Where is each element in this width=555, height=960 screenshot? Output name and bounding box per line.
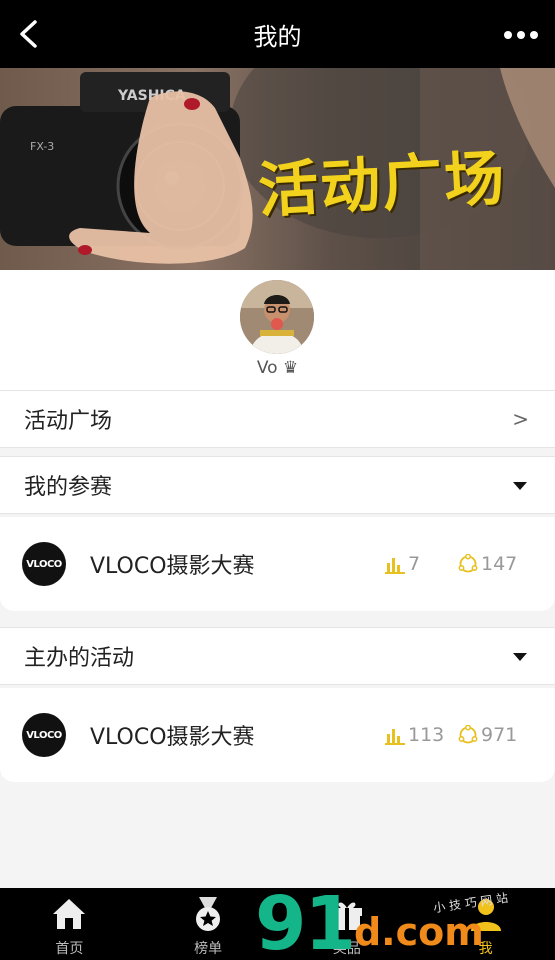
activity-square-label: 活动广场 [24,409,113,434]
home-icon [53,899,86,929]
activity-banner[interactable]: YASHICA FX-3 活动广场 [0,68,555,270]
tab-prizes[interactable]: 奖品 [278,888,417,960]
rank-stat: 7 [385,553,420,575]
hosted-card[interactable]: VLOCO VLOCO摄影大赛 113 971 [0,688,555,782]
dot-icon [504,31,512,39]
share-ring-icon [458,725,478,744]
gift-icon [331,902,362,930]
my-entries-header[interactable]: 我的参赛 [0,456,555,514]
contest-logo: VLOCO [22,542,66,586]
top-bar: 我的 [0,0,555,68]
hosted-activities-header[interactable]: 主办的活动 [0,627,555,685]
share-ring-icon [458,554,478,573]
chevron-right-icon: > [512,407,529,431]
bottom-tab-bar: 首页 榜单 奖品 我 [0,888,555,960]
tab-me-label: 我 [478,941,493,957]
caret-down-icon [513,653,527,661]
entry-card[interactable]: VLOCO VLOCO摄影大赛 7 147 [0,517,555,611]
views-stat: 147 [458,553,517,575]
views-value: 147 [481,553,518,575]
chevron-left-icon [20,20,37,48]
medal-icon [196,897,221,931]
rank-value: 113 [408,724,445,746]
my-entries-label: 我的参赛 [24,475,113,500]
rank-stat: 113 [385,724,444,746]
page-title: 我的 [253,22,302,51]
caret-down-icon [513,482,527,490]
contest-name: VLOCO摄影大赛 [90,554,255,579]
avatar-image [240,280,314,354]
contest-logo: VLOCO [22,713,66,757]
rank-value: 7 [408,553,421,575]
bar-chart-icon [385,729,405,745]
profile-section: Vo ♛ [0,270,555,390]
svg-text:FX-3: FX-3 [30,140,54,153]
avatar[interactable] [240,280,314,354]
tab-prizes-label: 奖品 [332,941,361,957]
tab-me[interactable]: 我 [416,888,555,960]
banner-title: 活动广场 [256,143,508,227]
back-button[interactable] [8,14,48,54]
activity-square-row[interactable]: 活动广场 > [0,390,555,448]
views-value: 971 [481,724,518,746]
tab-ranking[interactable]: 榜单 [139,888,278,960]
dot-icon [530,31,538,39]
more-menu-button[interactable] [499,18,543,52]
bar-chart-icon [385,558,405,574]
tab-home-label: 首页 [55,941,84,957]
dot-icon [517,31,525,39]
tab-home[interactable]: 首页 [0,888,139,960]
user-icon [470,899,501,931]
nickname: Vo ♛ [256,358,299,378]
contest-name: VLOCO摄影大赛 [90,725,255,750]
hosted-activities-label: 主办的活动 [24,646,135,671]
tab-ranking-label: 榜单 [194,941,223,957]
views-stat: 971 [458,724,517,746]
